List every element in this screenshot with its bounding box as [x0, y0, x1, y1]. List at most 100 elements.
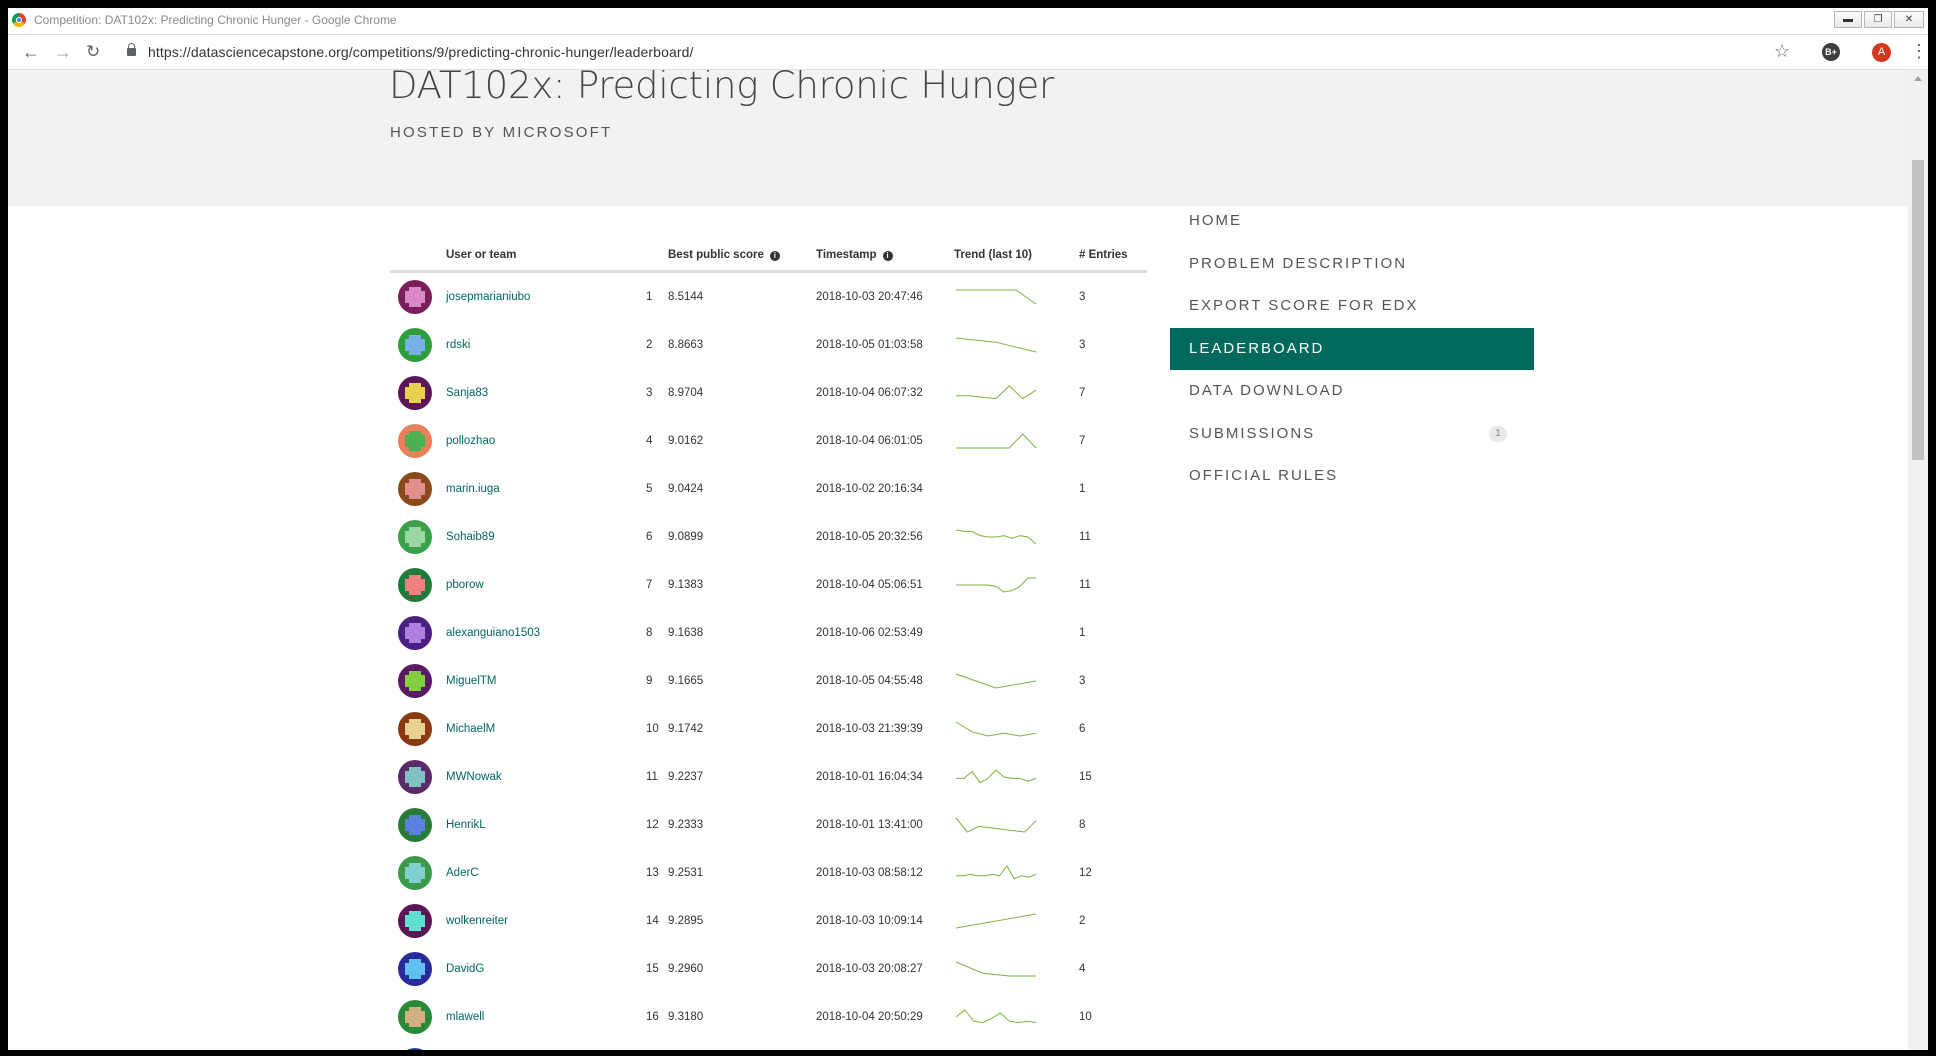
close-button[interactable]: ✕ [1894, 11, 1924, 28]
user-cell: MWNowak [446, 753, 646, 801]
scroll-up-arrow-icon[interactable] [1914, 76, 1922, 81]
user-link[interactable]: marin.iuga [446, 483, 500, 495]
info-icon[interactable]: i [882, 251, 893, 261]
nav-item-export-score-for-edx[interactable]: EXPORT SCORE FOR EDX [1170, 285, 1534, 328]
address-bar: ← → ↻ https://datasciencecapstone.org/co… [8, 35, 1928, 70]
table-row: AderC 13 9.2531 2018-10-03 08:58:12 12 [390, 849, 1147, 897]
user-link[interactable]: MichaelM [446, 723, 495, 735]
avatar-cell [390, 321, 446, 369]
trend-column-header: Trend (last 10) [954, 240, 1079, 273]
user-link[interactable]: alexanguiano1503 [446, 627, 540, 639]
browser-window: Competition: DAT102x: Predicting Chronic… [8, 8, 1928, 1050]
avatar-glyph [405, 531, 425, 543]
entries-count: 7 [1079, 435, 1086, 447]
info-icon[interactable]: i [769, 251, 780, 261]
avatar[interactable] [398, 760, 432, 794]
user-link[interactable]: rdski [446, 339, 470, 351]
user-link[interactable]: pborow [446, 579, 484, 591]
timestamp-column-header[interactable]: Timestamp i [816, 240, 954, 273]
nav-item-label: SUBMISSIONS [1189, 424, 1316, 442]
table-row: DavidG 15 9.2960 2018-10-03 20:08:27 4 [390, 945, 1147, 993]
avatar[interactable] [398, 808, 432, 842]
back-arrow-icon[interactable]: ← [22, 42, 40, 62]
scrollbar-thumb[interactable] [1912, 160, 1924, 460]
avatar[interactable] [398, 712, 432, 746]
page-viewport: DAT102x: Predicting Chronic Hunger HOSTE… [8, 70, 1928, 1050]
user-link[interactable]: wolkenreiter [446, 915, 508, 927]
rank-number: 12 [646, 819, 659, 831]
score-value: 9.1742 [668, 723, 704, 735]
avatar-glyph [405, 675, 425, 687]
user-link[interactable]: pollozhao [446, 435, 495, 447]
user-link[interactable]: HenrikL [446, 819, 486, 831]
avatar[interactable] [398, 1000, 432, 1034]
table-row: rdski 2 8.8663 2018-10-05 01:03:58 3 [390, 321, 1147, 369]
window-title: Competition: DAT102x: Predicting Chronic… [34, 13, 397, 27]
forward-arrow-icon[interactable]: → [54, 42, 72, 62]
avatar[interactable] [398, 856, 432, 890]
user-link[interactable]: mlawell [446, 1011, 484, 1023]
user-cell: pborow [446, 561, 646, 609]
avatar[interactable] [398, 472, 432, 506]
trend-cell [954, 801, 1079, 849]
avatar[interactable] [398, 280, 432, 314]
user-link[interactable]: Sanja83 [446, 387, 488, 399]
user-link[interactable]: Sohaib89 [446, 531, 495, 543]
score-value: 9.1665 [668, 675, 704, 687]
avatar[interactable] [398, 616, 432, 650]
user-cell: HenrikL [446, 801, 646, 849]
avatar[interactable] [398, 328, 432, 362]
trend-sparkline [955, 817, 1037, 833]
avatar-glyph [405, 963, 425, 975]
avatar-cell [390, 897, 446, 945]
profile-avatar[interactable]: A [1872, 43, 1891, 62]
user-link[interactable]: DavidG [446, 963, 484, 975]
timestamp-value: 2018-10-03 08:58:12 [816, 867, 923, 879]
avatar[interactable] [398, 376, 432, 410]
menu-dots-icon[interactable]: ⋮ [1910, 41, 1928, 61]
entries-column-header[interactable]: # Entries [1079, 240, 1147, 273]
restore-button[interactable]: ❐ [1864, 11, 1892, 28]
user-column-header[interactable]: User or team [446, 240, 646, 273]
user-link[interactable]: MiguelTM [446, 675, 496, 687]
score-value [668, 1041, 816, 1050]
avatar-glyph [405, 435, 425, 447]
trend-cell [954, 513, 1079, 561]
avatar[interactable] [398, 424, 432, 458]
avatar[interactable] [398, 568, 432, 602]
entries-count: 3 [1079, 675, 1086, 687]
nav-item-submissions[interactable]: SUBMISSIONS 1 [1170, 413, 1534, 456]
avatar[interactable] [398, 664, 432, 698]
trend-cell [954, 465, 1079, 513]
user-link[interactable]: AderC [446, 867, 479, 879]
avatar[interactable] [398, 904, 432, 938]
extension-icon[interactable]: B+ [1822, 43, 1840, 61]
nav-item-leaderboard[interactable]: LEADERBOARD [1170, 327, 1534, 370]
hosted-by: HOSTED BY MICROSOFT [390, 124, 613, 141]
entries-count: 2 [1079, 915, 1086, 927]
bookmark-star-icon[interactable]: ☆ [1774, 41, 1790, 62]
rank-number: 13 [646, 867, 659, 879]
entries-count: 1 [1079, 483, 1086, 495]
user-link[interactable]: MWNowak [446, 771, 502, 783]
avatar[interactable] [398, 1048, 432, 1050]
avatar-cell [390, 465, 446, 513]
reload-icon[interactable]: ↻ [86, 42, 100, 62]
score-column-header[interactable]: Best public score i [668, 240, 816, 273]
nav-item-official-rules[interactable]: OFFICIAL RULES [1170, 455, 1534, 498]
trend-sparkline [955, 337, 1037, 353]
nav-item-data-download[interactable]: DATA DOWNLOAD [1170, 370, 1534, 413]
url-field[interactable]: https://datasciencecapstone.org/competit… [148, 44, 693, 60]
trend-sparkline [955, 673, 1037, 689]
score-column-label: Best public score [668, 249, 764, 261]
avatar[interactable] [398, 520, 432, 554]
avatar[interactable] [398, 952, 432, 986]
nav-item-home[interactable]: HOME [1170, 200, 1534, 243]
avatar-cell [390, 753, 446, 801]
user-link[interactable]: josepmarianiubo [446, 291, 530, 303]
page-scrollbar[interactable] [1908, 70, 1928, 1050]
leaderboard-body: josepmarianiubo 1 8.5144 2018-10-03 20:47:4… [390, 272, 1147, 1050]
nav-item-problem-description[interactable]: PROBLEM DESCRIPTION [1170, 243, 1534, 286]
trend-sparkline [955, 529, 1037, 545]
minimize-button[interactable]: ▬ [1834, 11, 1862, 28]
